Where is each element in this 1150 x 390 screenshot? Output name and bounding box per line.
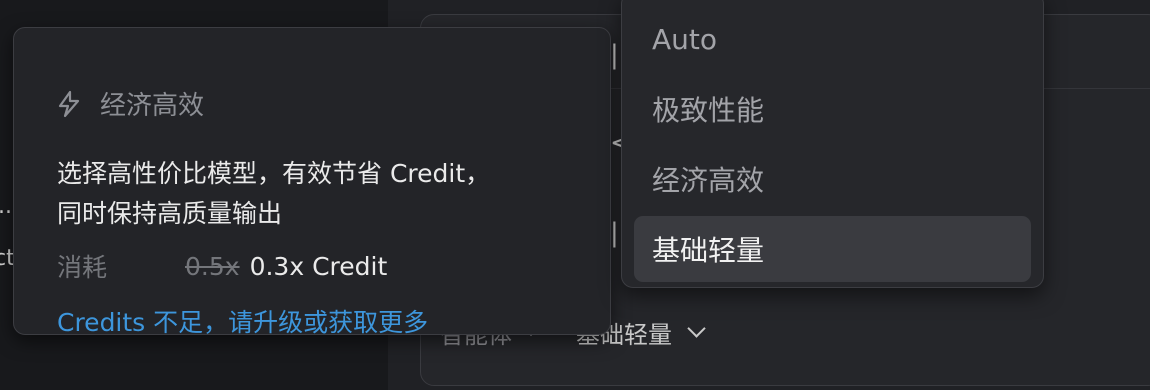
model-dropdown-menu: Auto 极致性能 经济高效 基础轻量 xyxy=(621,0,1044,288)
cost-label: 消耗 xyxy=(57,253,108,282)
dropdown-item-basic-lite[interactable]: 基础轻量 xyxy=(634,216,1031,282)
tooltip-description: 选择高性价比模型，有效节省 Credit， 同时保持高质量输出 xyxy=(57,154,597,234)
left-text-fragment: .. xyxy=(0,194,12,219)
obscured-text: | xyxy=(610,40,619,70)
dropdown-item-auto[interactable]: Auto xyxy=(634,6,1031,72)
obscured-text: | xyxy=(610,218,619,248)
tooltip-header: 经济高效 xyxy=(54,85,204,122)
cost-row: 消耗 0.5x 0.3x Credit xyxy=(57,248,387,284)
upgrade-credits-link[interactable]: Credits 不足，请升级或获取更多 xyxy=(57,303,428,339)
description-line: 同时保持高质量输出 xyxy=(57,199,283,228)
spark-icon xyxy=(58,90,80,117)
tooltip-title: 经济高效 xyxy=(100,91,205,121)
chevron-down-icon xyxy=(687,318,706,338)
dropdown-item-cost-efficient[interactable]: 经济高效 xyxy=(634,146,1031,212)
model-info-tooltip: 经济高效 选择高性价比模型，有效节省 Credit， 同时保持高质量输出 消耗 … xyxy=(13,27,611,337)
cost-old-value: 0.5x xyxy=(185,251,240,281)
dropdown-item-max-performance[interactable]: 极致性能 xyxy=(634,76,1031,142)
description-line: 选择高性价比模型，有效节省 Credit， xyxy=(57,159,491,188)
cost-new-value: 0.3x Credit xyxy=(249,251,388,281)
